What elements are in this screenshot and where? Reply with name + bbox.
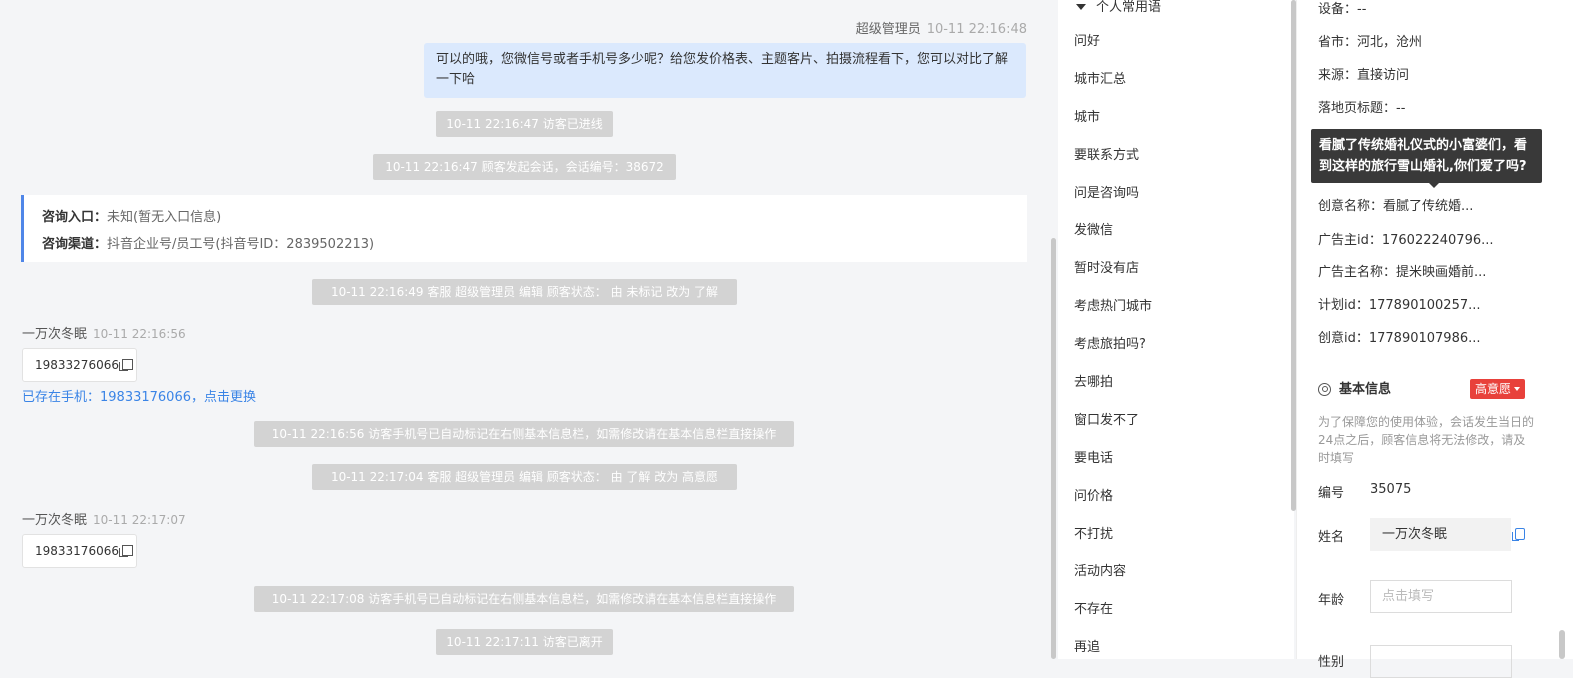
visitor-name: 一万次冬眠: [22, 513, 88, 528]
system-message-auto-mark: 10-11 22:17:08 访客手机号已自动标记在右侧基本信息栏，如需修改请在…: [254, 586, 794, 612]
consult-entry-label: 咨询入口：: [42, 210, 108, 225]
phrase-item[interactable]: 城市: [1074, 99, 1152, 137]
system-message-session-started: 10-11 22:16:47 顾客发起会话，会话编号：38672: [373, 154, 676, 180]
consult-channel-value: 抖音企业号/员工号(抖音号ID：2839502213): [107, 237, 375, 252]
caret-down-icon: [1514, 387, 1521, 391]
consult-channel-label: 咨询渠道：: [42, 237, 108, 252]
phrase-item[interactable]: 问价格: [1074, 478, 1152, 516]
intent-status-dropdown[interactable]: 高意愿: [1470, 379, 1526, 399]
info-scrollbar[interactable]: [1559, 630, 1565, 659]
caret-down-icon: [1076, 4, 1086, 10]
landing-title-row: 落地页标题：--: [1318, 101, 1406, 116]
visitor-phone-message: 19833276066: [22, 348, 137, 382]
phrase-item[interactable]: 暂时没有店: [1074, 250, 1152, 288]
name-field[interactable]: 一万次冬眠: [1370, 518, 1511, 551]
plan-id-row: 计划id：177890100257...: [1318, 298, 1481, 313]
copy-icon[interactable]: [1512, 528, 1525, 541]
phrase-item[interactable]: 发微信: [1074, 212, 1152, 250]
phrases-group-title: 个人常用语: [1096, 0, 1162, 15]
chat-panel: 超级管理员 10-11 22:16:48 可以的哦，您微信号或者手机号多少呢？给您…: [0, 0, 1048, 659]
phrase-item[interactable]: 问是咨询吗: [1074, 175, 1152, 213]
visitor-message-meta: 一万次冬眠 10-11 22:16:56: [22, 323, 186, 342]
system-message-visitor-entered: 10-11 22:16:47 访客已进线: [436, 111, 613, 137]
agent-message-time: 10-11 22:16:48: [926, 22, 1027, 37]
phrases-group-header[interactable]: 个人常用语: [1076, 0, 1161, 15]
system-message-visitor-left: 10-11 22:17:11 访客已离开: [436, 629, 613, 655]
age-label: 年龄: [1318, 593, 1345, 608]
gender-label: 性别: [1318, 655, 1345, 670]
consult-info-card: 咨询入口：未知(暂无入口信息) 咨询渠道：抖音企业号/员工号(抖音号ID：283…: [21, 195, 1027, 262]
phrases-list: 问好 城市汇总 城市 要联系方式 问是咨询吗 发微信 暂时没有店 考虑热门城市 …: [1074, 23, 1152, 667]
age-input[interactable]: [1370, 580, 1512, 613]
phrase-item[interactable]: 再追: [1074, 629, 1152, 667]
consult-channel-row: 咨询渠道：抖音企业号/员工号(抖音号ID：2839502213): [42, 231, 1027, 258]
phrase-item[interactable]: 考虑热门城市: [1074, 288, 1152, 326]
creative-id-row: 创意id：177890107986...: [1318, 331, 1481, 346]
phrase-item[interactable]: 窗口发不了: [1074, 402, 1152, 440]
creative-name-row[interactable]: 创意名称：看腻了传统婚...: [1318, 195, 1473, 214]
chat-scrollbar[interactable]: [1051, 238, 1056, 659]
phrase-item[interactable]: 去哪拍: [1074, 364, 1152, 402]
system-message-status-change: 10-11 22:17:04 客服 超级管理员 编辑 顾客状态： 由 了解 改为…: [312, 464, 737, 490]
name-label: 姓名: [1318, 530, 1345, 545]
system-message-status-change: 10-11 22:16:49 客服 超级管理员 编辑 顾客状态： 由 未标记 改…: [312, 279, 737, 305]
user-circle-icon: [1318, 383, 1331, 396]
visitor-phone-text: 19833176066: [35, 544, 119, 558]
agent-message-bubble: 可以的哦，您微信号或者手机号多少呢？给您发价格表、主题客片、拍摄流程看下，您可以…: [424, 43, 1026, 98]
phrase-item[interactable]: 要电话: [1074, 440, 1152, 478]
advertiser-name-row: 广告主名称：提米映画婚前...: [1318, 265, 1487, 280]
intent-status-label: 高意愿: [1475, 382, 1512, 396]
gender-select[interactable]: [1370, 645, 1512, 678]
existing-phone-switch-link[interactable]: 已存在手机：19833176066，点击更换: [22, 386, 256, 405]
system-message-auto-mark: 10-11 22:16:56 访客手机号已自动标记在右侧基本信息栏，如需修改请在…: [254, 421, 794, 447]
basic-info-section-title: 基本信息: [1318, 378, 1391, 397]
device-row: 设备：--: [1318, 2, 1367, 17]
phrase-item[interactable]: 问好: [1074, 23, 1152, 61]
phrase-item[interactable]: 不打扰: [1074, 516, 1152, 554]
edit-deadline-notice: 为了保障您的使用体验，会话发生当日的24点之后，顾客信息将无法修改，请及时填写: [1318, 415, 1535, 465]
visitor-message-time: 10-11 22:17:07: [93, 513, 186, 527]
basic-info-title-text: 基本信息: [1339, 382, 1392, 397]
province-city-row: 省市：河北，沧州: [1318, 35, 1423, 50]
copy-icon[interactable]: [118, 359, 133, 371]
customer-info-panel: 设备：-- 省市：河北，沧州 来源：直接访问 落地页标题：-- 看腻了传统婚礼仪…: [1297, 0, 1573, 678]
visitor-message-meta: 一万次冬眠 10-11 22:17:07: [22, 509, 186, 528]
phrase-item[interactable]: 考虑旅拍吗?: [1074, 326, 1152, 364]
consult-entry-value: 未知(暂无入口信息): [107, 210, 222, 225]
creative-name-tooltip: 看腻了传统婚礼仪式的小富婆们，看到这样的旅行雪山婚礼,你们爱了吗?: [1311, 129, 1542, 188]
agent-name: 超级管理员: [855, 22, 921, 37]
phrase-item[interactable]: 不存在: [1074, 591, 1152, 629]
visitor-phone-text: 19833276066: [35, 358, 119, 372]
source-row: 来源：直接访问: [1318, 68, 1410, 83]
id-value: 35075: [1370, 482, 1412, 497]
phrase-item[interactable]: 城市汇总: [1074, 61, 1152, 99]
advertiser-id-row: 广告主id：176022240796...: [1318, 233, 1494, 248]
visitor-phone-message: 19833176066: [22, 534, 137, 568]
visitor-message-time: 10-11 22:16:56: [93, 327, 186, 341]
phrase-item[interactable]: 要联系方式: [1074, 137, 1152, 175]
agent-message-meta: 超级管理员 10-11 22:16:48: [856, 18, 1027, 37]
copy-icon[interactable]: [118, 545, 133, 557]
id-label: 编号: [1318, 486, 1345, 501]
visitor-name: 一万次冬眠: [22, 327, 88, 342]
consult-entry-row: 咨询入口：未知(暂无入口信息): [42, 204, 1027, 231]
quick-phrases-panel: 个人常用语 问好 城市汇总 城市 要联系方式 问是咨询吗 发微信 暂时没有店 考…: [1058, 0, 1294, 659]
phrase-item[interactable]: 活动内容: [1074, 553, 1152, 591]
